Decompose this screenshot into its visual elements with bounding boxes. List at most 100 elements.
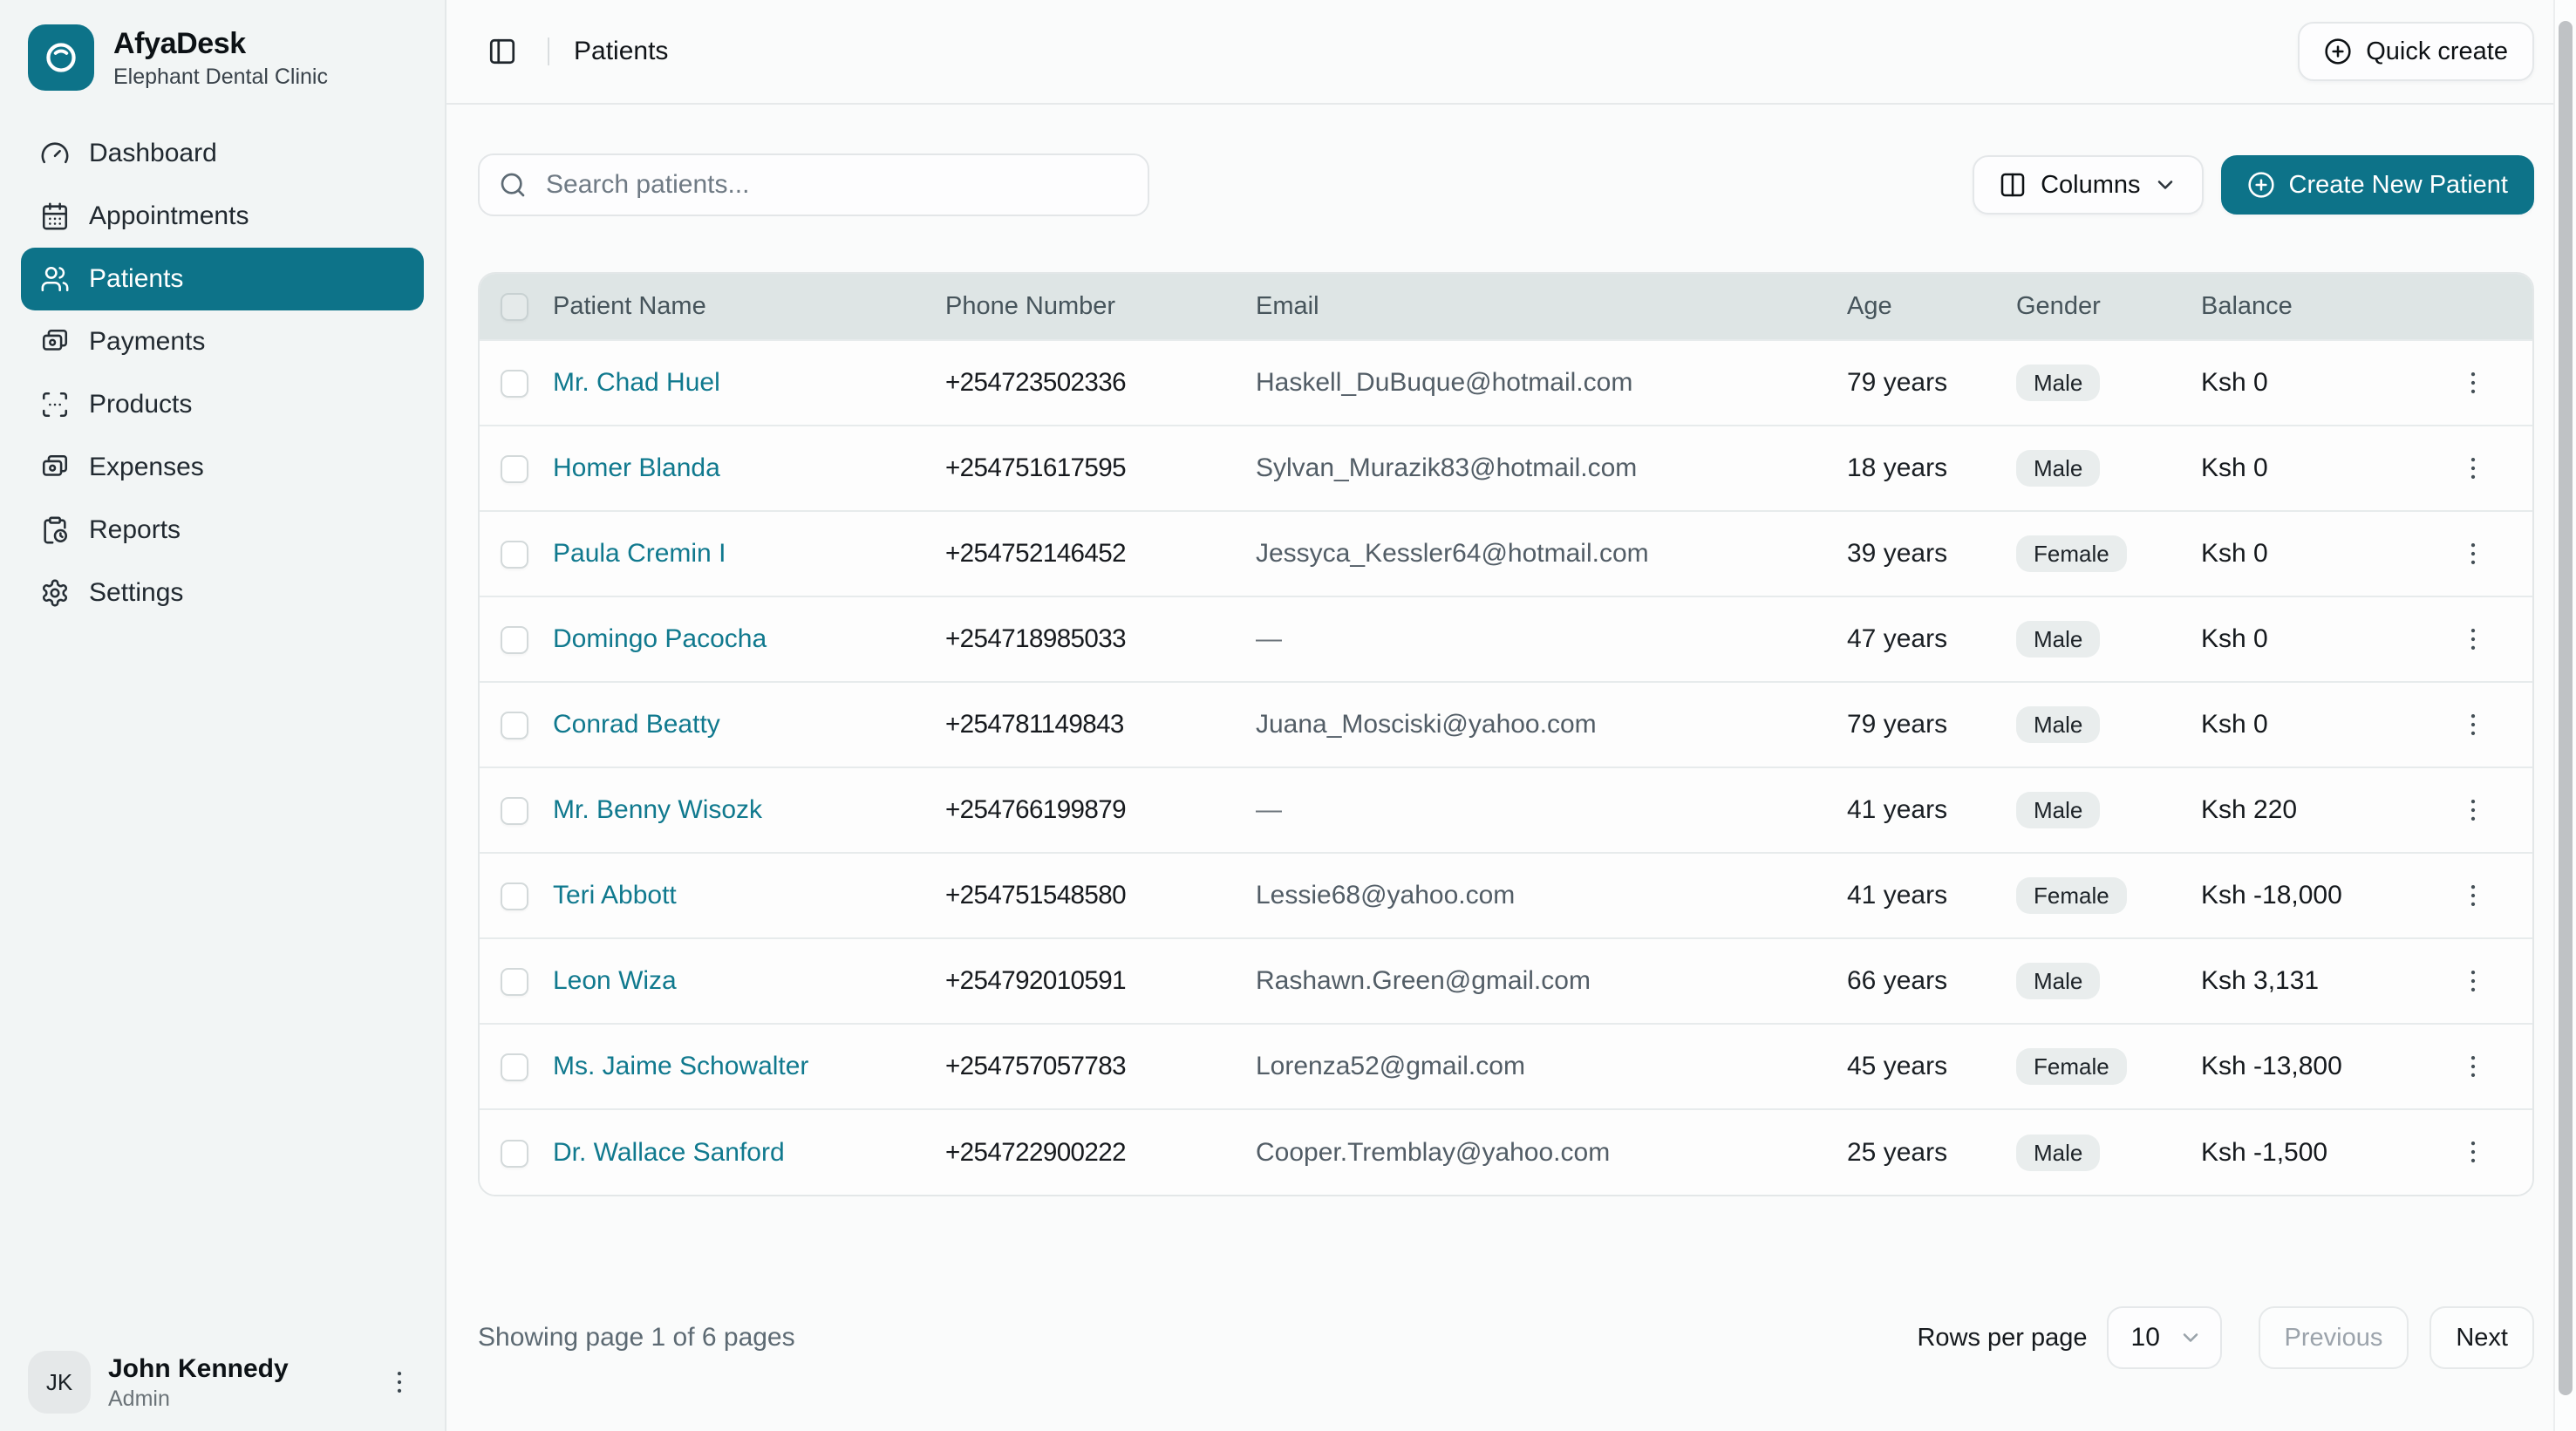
- app-window: AfyaDesk Elephant Dental Clinic Dashboar…: [0, 0, 2576, 1431]
- user-name: John Kennedy: [108, 1353, 361, 1385]
- ellipsis-vertical-icon: [2458, 795, 2488, 825]
- page-summary: Showing page 1 of 6 pages: [478, 1323, 795, 1353]
- row-checkbox[interactable]: [501, 1140, 528, 1168]
- sidebar-item-appointments[interactable]: Appointments: [21, 185, 424, 248]
- row-menu-button[interactable]: [2452, 960, 2494, 1002]
- select-all-checkbox[interactable]: [501, 293, 528, 321]
- column-header-age: Age: [1847, 274, 2016, 340]
- age-cell: 25 years: [1847, 1109, 2016, 1195]
- patient-name-link[interactable]: Homer Blanda: [553, 453, 720, 482]
- wallet-icon: [40, 453, 70, 482]
- patient-name-link[interactable]: Domingo Pacocha: [553, 624, 767, 653]
- email-cell: Cooper.Tremblay@yahoo.com: [1256, 1109, 1847, 1195]
- sidebar: AfyaDesk Elephant Dental Clinic Dashboar…: [0, 0, 446, 1431]
- row-checkbox[interactable]: [501, 626, 528, 654]
- column-header-gender: Gender: [2016, 274, 2201, 340]
- ellipsis-vertical-icon: [2458, 1137, 2488, 1167]
- row-menu-button[interactable]: [2452, 704, 2494, 746]
- sidebar-item-settings[interactable]: Settings: [21, 562, 424, 624]
- ellipsis-vertical-icon: [2458, 624, 2488, 654]
- column-header-phone: Phone Number: [945, 274, 1256, 340]
- balance-cell: Ksh 0: [2201, 511, 2445, 596]
- circle-plus-icon: [2247, 171, 2275, 199]
- balance-cell: Ksh 0: [2201, 596, 2445, 682]
- user-menu-button[interactable]: [378, 1361, 420, 1403]
- gender-badge: Male: [2016, 963, 2100, 999]
- sidebar-item-label: Payments: [89, 327, 205, 357]
- sidebar-toggle-button[interactable]: [481, 31, 523, 72]
- table-row: Homer Blanda +254751617595 Sylvan_Murazi…: [480, 426, 2534, 511]
- age-cell: 18 years: [1847, 426, 2016, 511]
- row-menu-button[interactable]: [2452, 789, 2494, 831]
- search-box: [478, 153, 1149, 216]
- create-new-patient-button[interactable]: Create New Patient: [2221, 155, 2534, 215]
- settings-icon: [40, 578, 70, 608]
- row-checkbox[interactable]: [501, 455, 528, 483]
- row-checkbox[interactable]: [501, 882, 528, 910]
- row-checkbox[interactable]: [501, 541, 528, 569]
- sidebar-item-label: Reports: [89, 515, 181, 545]
- age-cell: 39 years: [1847, 511, 2016, 596]
- row-checkbox[interactable]: [501, 370, 528, 398]
- balance-cell: Ksh 3,131: [2201, 938, 2445, 1024]
- gender-badge: Female: [2016, 1048, 2127, 1085]
- table-row: Leon Wiza +254792010591 Rashawn.Green@gm…: [480, 938, 2534, 1024]
- patient-name-link[interactable]: Mr. Chad Huel: [553, 368, 720, 397]
- patient-name-link[interactable]: Leon Wiza: [553, 966, 677, 995]
- balance-cell: Ksh 0: [2201, 340, 2445, 426]
- sidebar-item-label: Dashboard: [89, 139, 217, 168]
- row-menu-button[interactable]: [2452, 618, 2494, 660]
- phone-cell: +254751617595: [945, 426, 1256, 511]
- sidebar-item-label: Settings: [89, 578, 183, 608]
- ellipsis-vertical-icon: [2458, 966, 2488, 996]
- table-row: Mr. Chad Huel +254723502336 Haskell_DuBu…: [480, 340, 2534, 426]
- row-menu-button[interactable]: [2452, 362, 2494, 404]
- phone-cell: +254751548580: [945, 853, 1256, 938]
- sidebar-item-expenses[interactable]: Expenses: [21, 436, 424, 499]
- email-cell: Juana_Mosciski@yahoo.com: [1256, 682, 1847, 767]
- row-menu-button[interactable]: [2452, 875, 2494, 917]
- row-checkbox[interactable]: [501, 797, 528, 825]
- patient-name-link[interactable]: Paula Cremin I: [553, 539, 726, 568]
- rows-per-page-select[interactable]: 10: [2107, 1306, 2222, 1369]
- chevron-down-icon: [2178, 1325, 2203, 1350]
- row-menu-button[interactable]: [2452, 1131, 2494, 1173]
- sidebar-item-payments[interactable]: Payments: [21, 310, 424, 373]
- table-row: Dr. Wallace Sanford +254722900222 Cooper…: [480, 1109, 2534, 1195]
- sidebar-item-products[interactable]: Products: [21, 373, 424, 436]
- search-input[interactable]: [478, 153, 1149, 216]
- row-checkbox[interactable]: [501, 712, 528, 739]
- chevron-down-icon: [2153, 173, 2177, 197]
- window-scrollbar-thumb[interactable]: [2559, 21, 2573, 1395]
- row-menu-button[interactable]: [2452, 533, 2494, 575]
- next-page-button[interactable]: Next: [2429, 1306, 2534, 1369]
- row-menu-button[interactable]: [2452, 447, 2494, 489]
- email-cell: Rashawn.Green@gmail.com: [1256, 938, 1847, 1024]
- panel-left-icon: [487, 37, 517, 66]
- balance-cell: Ksh 0: [2201, 426, 2445, 511]
- patient-name-link[interactable]: Teri Abbott: [553, 881, 677, 910]
- columns-button[interactable]: Columns: [1973, 155, 2203, 215]
- sidebar-item-reports[interactable]: Reports: [21, 499, 424, 562]
- row-checkbox[interactable]: [501, 968, 528, 996]
- sidebar-item-patients[interactable]: Patients: [21, 248, 424, 310]
- window-scrollbar-track: [2553, 0, 2576, 1431]
- patient-name-link[interactable]: Ms. Jaime Schowalter: [553, 1052, 808, 1080]
- lens-ring-icon: [41, 37, 81, 78]
- table-row: Paula Cremin I +254752146452 Jessyca_Kes…: [480, 511, 2534, 596]
- row-menu-button[interactable]: [2452, 1046, 2494, 1087]
- phone-cell: +254723502336: [945, 340, 1256, 426]
- row-checkbox[interactable]: [501, 1053, 528, 1081]
- topbar: Patients Quick create: [446, 0, 2576, 105]
- email-cell: —: [1256, 596, 1847, 682]
- patient-name-link[interactable]: Mr. Benny Wisozk: [553, 795, 762, 824]
- age-cell: 66 years: [1847, 938, 2016, 1024]
- quick-create-button[interactable]: Quick create: [2298, 22, 2534, 81]
- balance-cell: Ksh -18,000: [2201, 853, 2445, 938]
- patient-name-link[interactable]: Dr. Wallace Sanford: [553, 1138, 785, 1167]
- previous-page-button[interactable]: Previous: [2259, 1306, 2409, 1369]
- sidebar-item-dashboard[interactable]: Dashboard: [21, 122, 424, 185]
- columns-icon: [1999, 171, 2027, 199]
- ellipsis-vertical-icon: [2458, 453, 2488, 483]
- patient-name-link[interactable]: Conrad Beatty: [553, 710, 720, 739]
